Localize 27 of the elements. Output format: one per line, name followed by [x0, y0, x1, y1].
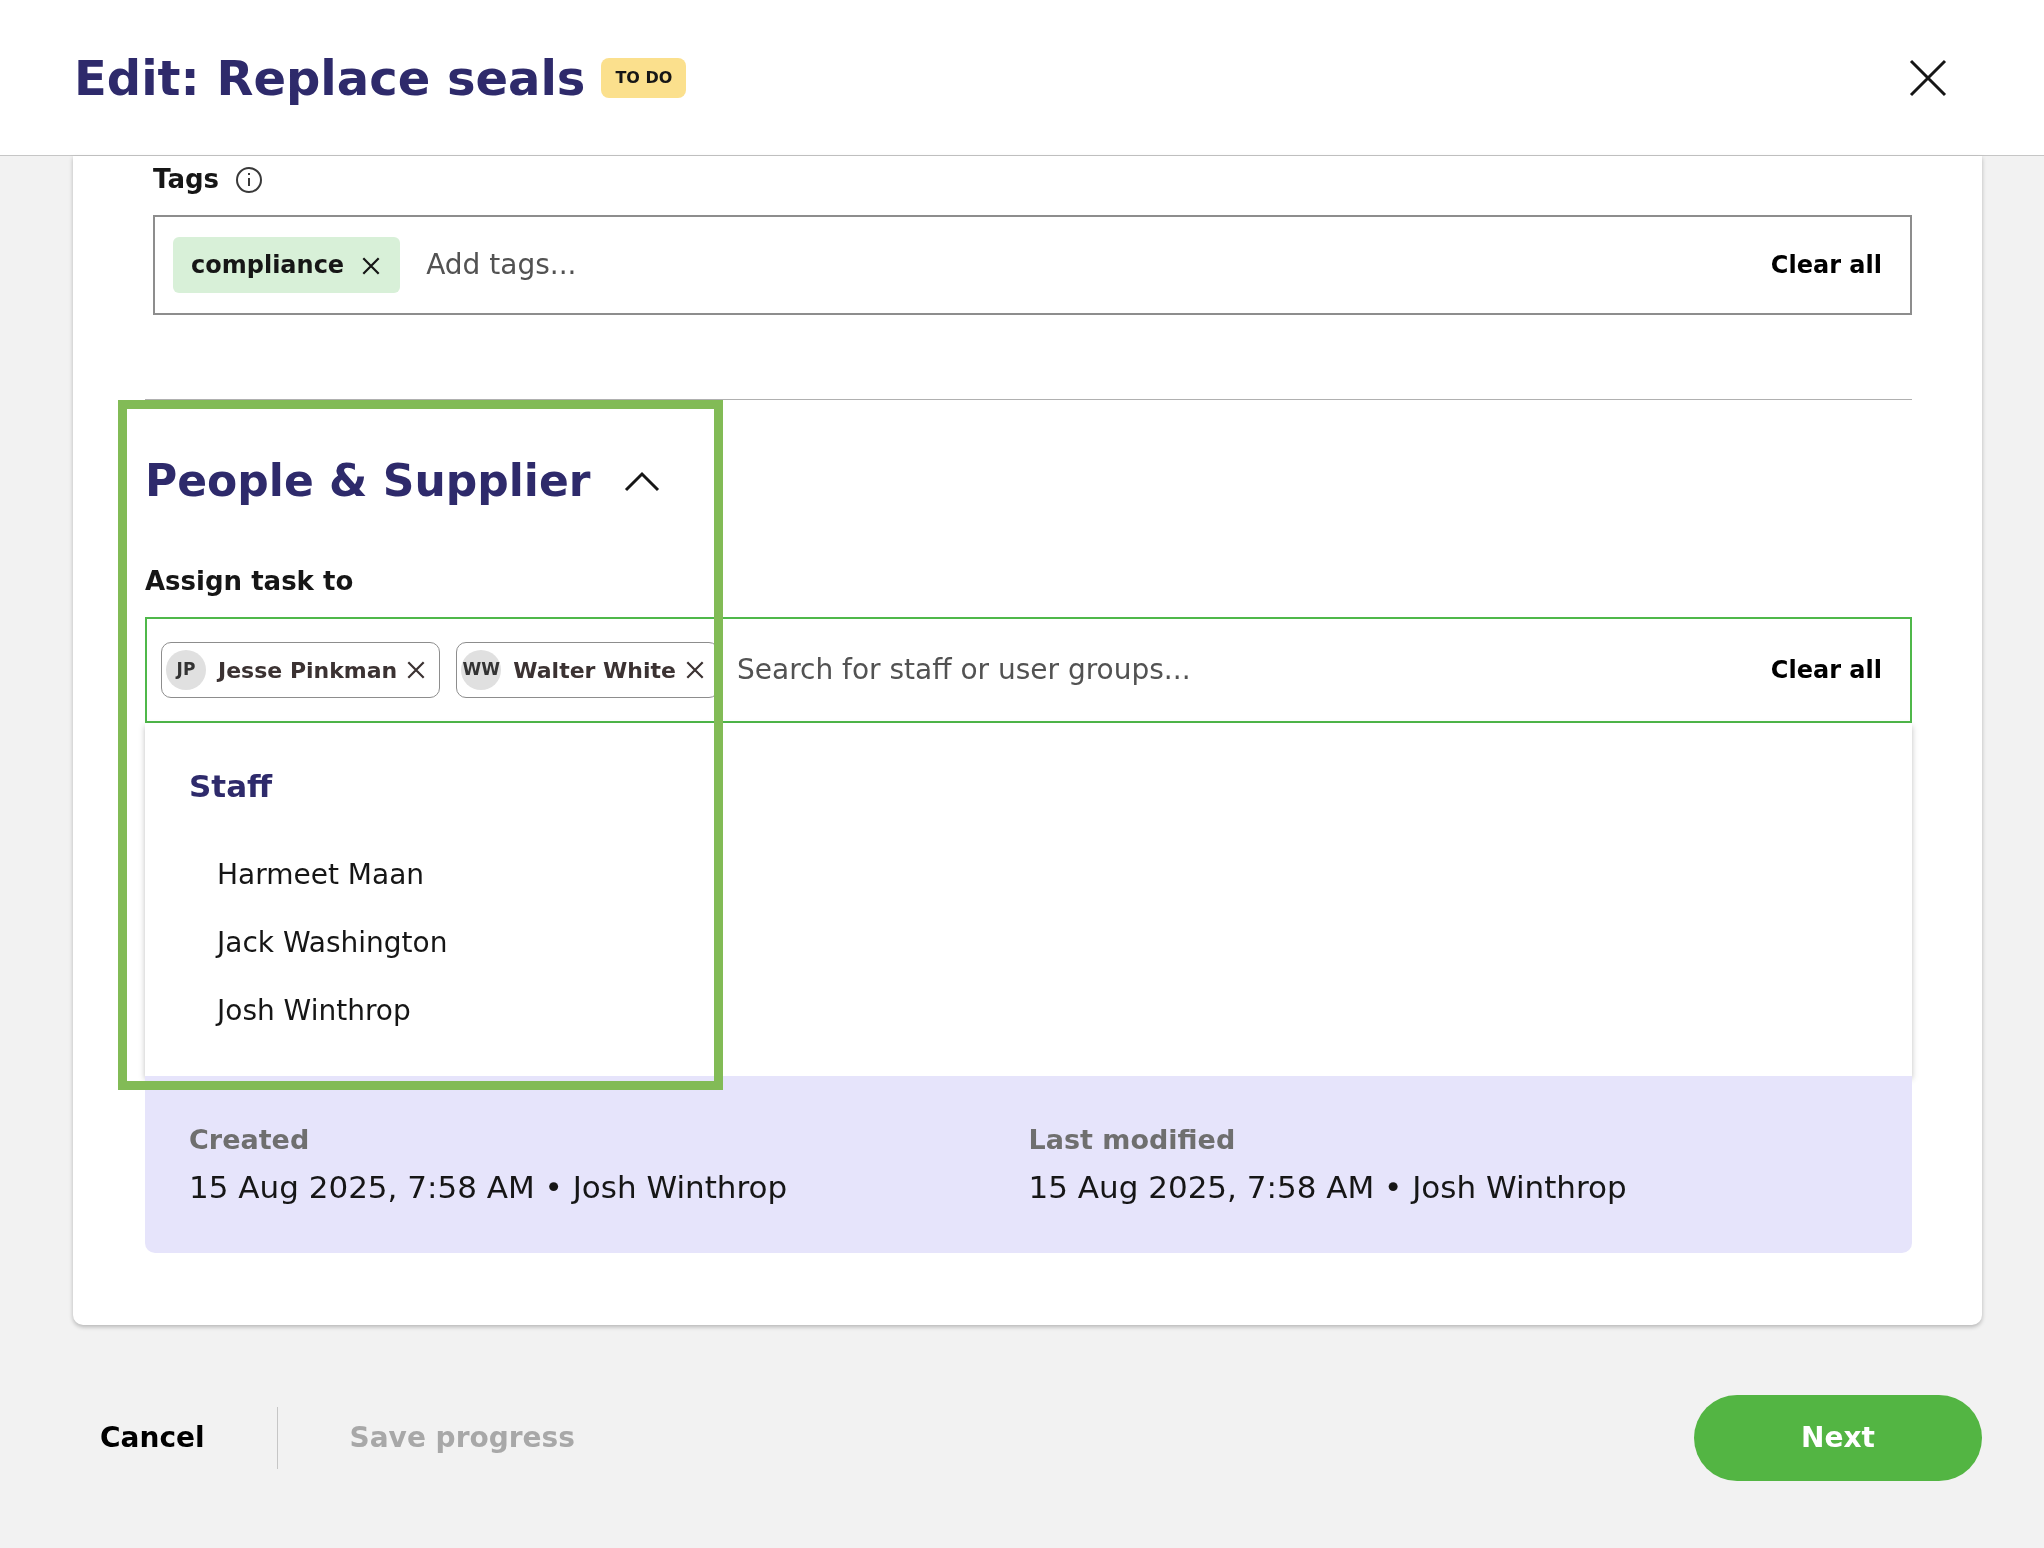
- clear-all-button[interactable]: Clear all: [1770, 652, 1882, 688]
- field-label: Tags: [153, 163, 219, 196]
- tags-field[interactable]: compliance Add tags... Clear all: [153, 215, 1912, 315]
- section-title: People & Supplier: [145, 454, 591, 508]
- avatar: WW: [461, 650, 502, 690]
- clear-all-button[interactable]: Clear all: [1770, 247, 1882, 283]
- person-name: Walter White: [513, 656, 676, 685]
- info-label: Created: [189, 1122, 311, 1157]
- tag-chip: compliance: [173, 237, 401, 293]
- dropdown-option[interactable]: Jack Washington: [189, 911, 1912, 974]
- person-name: Jesse Pinkman: [218, 656, 398, 685]
- cancel-button[interactable]: Cancel: [100, 1416, 205, 1459]
- dropdown-option[interactable]: Josh Winthrop: [189, 979, 1912, 1042]
- close-icon: [684, 659, 706, 681]
- info-icon: [235, 165, 263, 194]
- group-heading: Staff: [189, 767, 274, 806]
- info-label: Last modified: [1028, 1122, 1237, 1157]
- field-label: Assign task to: [145, 565, 355, 598]
- dialog-title: Edit: Replace seals: [74, 48, 586, 108]
- info-value: 15 Aug 2025, 7:58 AM • Josh Winthrop: [1028, 1168, 1628, 1207]
- info-value: 15 Aug 2025, 7:58 AM • Josh Winthrop: [189, 1168, 789, 1207]
- dropdown-option[interactable]: Harmeet Maan: [189, 843, 1912, 906]
- assignee-field[interactable]: JP Jesse Pinkman WW Walter White Search for staff or user groups... Clear all: [145, 617, 1912, 723]
- status-badge: TO DO: [601, 57, 687, 98]
- close-button[interactable]: [1908, 57, 1948, 98]
- avatar: JP: [166, 650, 206, 690]
- chevron-up-icon[interactable]: [624, 470, 661, 492]
